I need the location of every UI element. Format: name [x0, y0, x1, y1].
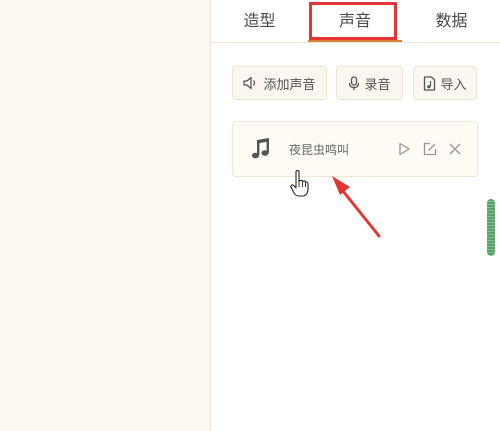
annotation-arrow — [332, 176, 381, 238]
hand-cursor-icon — [290, 170, 309, 197]
